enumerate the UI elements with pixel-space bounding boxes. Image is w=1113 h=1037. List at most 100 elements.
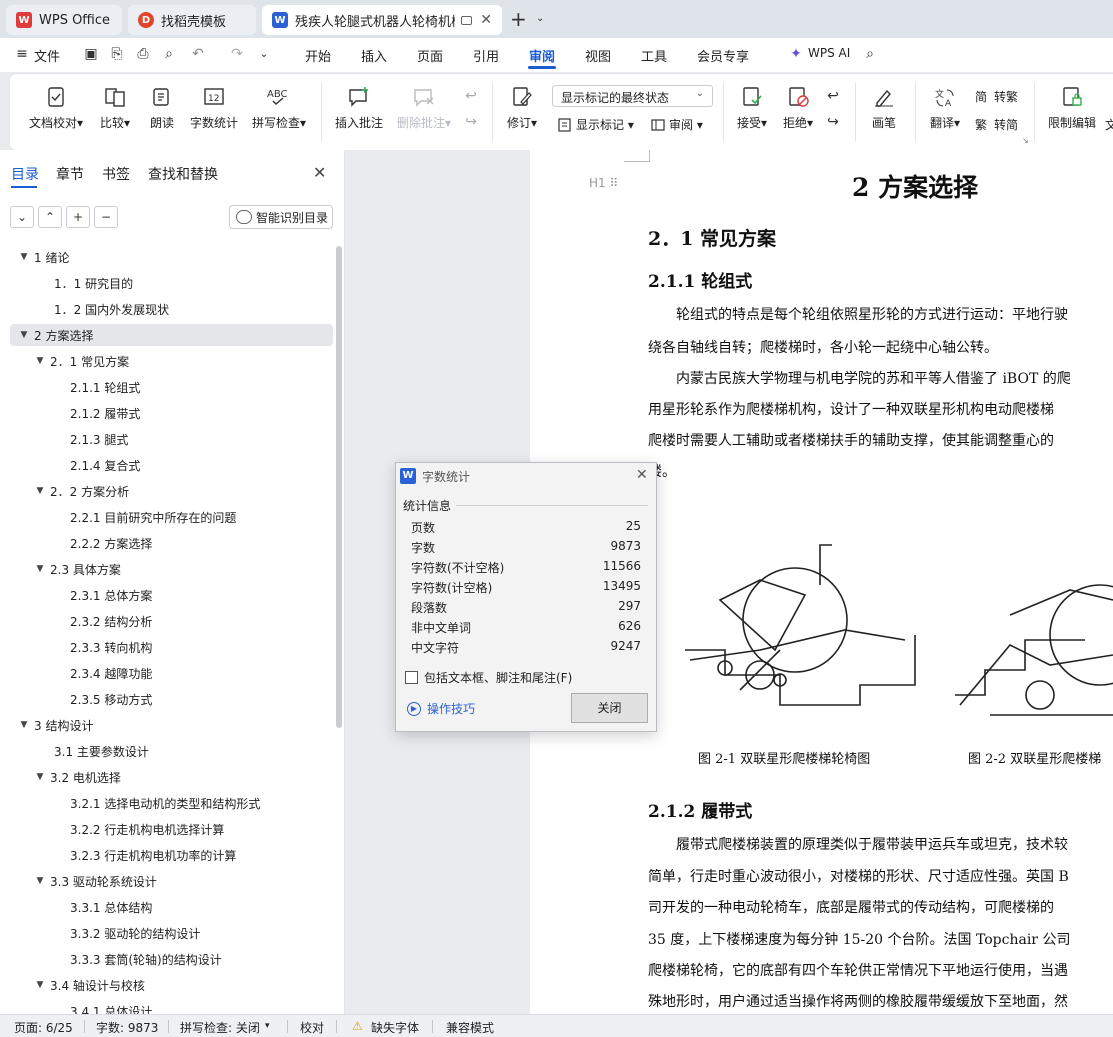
expand-triangle-icon[interactable]: ▼ xyxy=(34,564,46,574)
remove-heading-button[interactable]: − xyxy=(94,206,118,228)
include-textbox-checkbox[interactable]: 包括文本框、脚注和尾注(F) xyxy=(405,669,572,686)
hamburger-icon[interactable]: ≡ xyxy=(14,46,30,62)
menu-member[interactable]: 会员专享 xyxy=(697,46,749,65)
toc-item[interactable]: 2.1.4 复合式 xyxy=(10,454,333,476)
toc-item[interactable]: ▼ 2.3 具体方案 xyxy=(10,558,333,580)
heading-drag-handle[interactable]: H1 ⠿ xyxy=(589,176,618,190)
new-tab-icon[interactable]: + xyxy=(510,9,527,29)
expand-triangle-icon[interactable]: ▼ xyxy=(34,486,46,496)
translate-button[interactable]: 文A 翻译▾ xyxy=(926,86,964,131)
tab-bookmarks[interactable]: 书签 xyxy=(102,164,130,184)
prev-comment-icon[interactable]: ↩ xyxy=(463,88,479,104)
expand-triangle-icon[interactable]: ▼ xyxy=(34,876,46,886)
toc-item[interactable]: 3.1 主要参数设计 xyxy=(10,740,333,762)
smart-toc-button[interactable]: 智能识别目录 xyxy=(229,205,333,229)
toc-item[interactable]: ▼ 2 方案选择 xyxy=(10,324,333,346)
expand-triangle-icon[interactable]: ▼ xyxy=(18,330,30,340)
chevron-down-icon[interactable]: ⌄ xyxy=(256,46,272,62)
tab-document[interactable]: W 残疾人轮腿式机器人轮椅机械 ✕ xyxy=(262,5,502,35)
tab-toc[interactable]: 目录 xyxy=(11,164,39,184)
toc-item[interactable]: 2.3.4 越障功能 xyxy=(10,662,333,684)
compare-button[interactable]: 比较▾ xyxy=(96,86,134,131)
pen-button[interactable]: 画笔 xyxy=(868,86,900,131)
add-heading-button[interactable]: + xyxy=(66,206,90,228)
expand-triangle-icon[interactable]: ▼ xyxy=(34,772,46,782)
expand-all-button[interactable]: ⌃ xyxy=(38,206,62,228)
tab-sections[interactable]: 章节 xyxy=(56,164,84,184)
toc-item[interactable]: 2.2.1 目前研究中所存在的问题 xyxy=(10,506,333,528)
toc-item[interactable]: ▼ 1 绪论 xyxy=(10,246,333,268)
toc-item[interactable]: 2.3.1 总体方案 xyxy=(10,584,333,606)
doc-check-button[interactable]: 文档校对▾ xyxy=(26,86,86,131)
toc-scrollbar[interactable] xyxy=(336,246,342,728)
toc-item[interactable]: 3.3.2 驱动轮的结构设计 xyxy=(10,922,333,944)
status-page[interactable]: 页面: 6/25 xyxy=(14,1019,73,1036)
to-traditional-button[interactable]: 简 转繁 xyxy=(975,88,1018,105)
tab-wps-office[interactable]: W WPS Office xyxy=(6,5,122,35)
reject-button[interactable]: 拒绝▾ xyxy=(779,86,817,131)
toc-item[interactable]: ▼ 2．2 方案分析 xyxy=(10,480,333,502)
toc-item[interactable]: ▼ 3.2 电机选择 xyxy=(10,766,333,788)
menu-wps-ai[interactable]: WPS AI xyxy=(808,46,850,60)
monitor-icon[interactable] xyxy=(460,15,473,25)
chevron-down-icon[interactable]: ⌄ xyxy=(536,13,544,24)
search-icon[interactable]: ⌕ xyxy=(862,46,878,62)
tab-find-replace[interactable]: 查找和替换 xyxy=(148,164,218,184)
toc-item[interactable]: 3.2.2 行走机构电机选择计算 xyxy=(10,818,333,840)
toc-item[interactable]: 3.2.1 选择电动机的类型和结构形式 xyxy=(10,792,333,814)
toc-item[interactable]: 2.1.2 履带式 xyxy=(10,402,333,424)
close-button[interactable]: 关闭 xyxy=(571,693,648,723)
expand-triangle-icon[interactable]: ▼ xyxy=(34,356,46,366)
print-icon[interactable]: ⎙ xyxy=(135,46,151,62)
show-markup-button[interactable]: 显示标记 ▾ xyxy=(557,116,634,133)
menu-insert[interactable]: 插入 xyxy=(361,46,387,65)
toc-item[interactable]: 2.1.3 腿式 xyxy=(10,428,333,450)
accept-button[interactable]: 接受▾ xyxy=(733,86,771,131)
restrict-edit-button[interactable]: 限制编辑 xyxy=(1046,86,1098,131)
toc-item[interactable]: 2.3.3 转向机构 xyxy=(10,636,333,658)
toc-item[interactable]: 1．2 国内外发展现状 xyxy=(10,298,333,320)
word-count-button[interactable]: 12 字数统计 xyxy=(188,86,240,131)
export-icon[interactable]: ⎘ xyxy=(109,46,125,62)
expand-triangle-icon[interactable]: ▼ xyxy=(18,252,30,262)
toc-item[interactable]: ▼ 3.3 驱动轮系统设计 xyxy=(10,870,333,892)
menu-view[interactable]: 视图 xyxy=(585,46,611,65)
delete-comment-button[interactable]: 删除批注▾ xyxy=(393,86,455,131)
revise-button[interactable]: 修订▾ xyxy=(503,86,541,131)
chevron-down-icon[interactable]: ▾ xyxy=(265,1021,270,1031)
toc-item[interactable]: 1．1 研究目的 xyxy=(10,272,333,294)
print-preview-icon[interactable]: ⌕ xyxy=(161,46,177,62)
close-icon[interactable]: ✕ xyxy=(636,467,648,483)
tips-link[interactable]: ▶ 操作技巧 xyxy=(407,700,475,717)
spell-check-button[interactable]: ABC 拼写检查▾ xyxy=(248,86,310,131)
status-word-count[interactable]: 字数: 9873 xyxy=(96,1019,158,1036)
prev-change-icon[interactable]: ↩ xyxy=(825,88,841,104)
save-icon[interactable]: ▣ xyxy=(83,46,99,62)
next-comment-icon[interactable]: ↪ xyxy=(463,114,479,130)
expand-triangle-icon[interactable]: ▼ xyxy=(18,720,30,730)
expand-group-icon[interactable]: ↘ xyxy=(1022,136,1029,145)
menu-home[interactable]: 开始 xyxy=(305,46,331,65)
read-aloud-button[interactable]: 朗读 xyxy=(146,86,178,131)
status-proof[interactable]: 校对 xyxy=(300,1019,324,1036)
to-simplified-button[interactable]: 繁 转简 xyxy=(975,116,1018,133)
insert-comment-button[interactable]: 插入批注 xyxy=(333,86,385,131)
next-change-icon[interactable]: ↪ xyxy=(825,114,841,130)
markup-state-select[interactable]: 显示标记的最终状态 ⌄ xyxy=(552,85,713,107)
toc-item[interactable]: 3.3.3 套筒(轮轴)的结构设计 xyxy=(10,948,333,970)
toc-item[interactable]: ▼ 3 结构设计 xyxy=(10,714,333,736)
toc-item[interactable]: 2.1.1 轮组式 xyxy=(10,376,333,398)
toc-item[interactable]: 2.3.5 移动方式 xyxy=(10,688,333,710)
undo-icon[interactable]: ↶ xyxy=(190,46,206,62)
menu-tools[interactable]: 工具 xyxy=(641,46,667,65)
toc-item[interactable]: ▼ 3.4 轴设计与校核 xyxy=(10,974,333,996)
toc-item[interactable]: 3.3.1 总体结构 xyxy=(10,896,333,918)
toc-item[interactable]: ▼ 2．1 常见方案 xyxy=(10,350,333,372)
close-icon[interactable]: ✕ xyxy=(313,163,326,182)
checkbox-box[interactable] xyxy=(405,671,418,684)
status-missing-font[interactable]: 缺失字体 xyxy=(371,1019,419,1036)
expand-triangle-icon[interactable]: ▼ xyxy=(34,980,46,990)
review-pane-button[interactable]: 审阅 ▾ xyxy=(650,116,703,133)
collapse-all-button[interactable]: ⌄ xyxy=(10,206,34,228)
toc-item[interactable]: 2.3.2 结构分析 xyxy=(10,610,333,632)
